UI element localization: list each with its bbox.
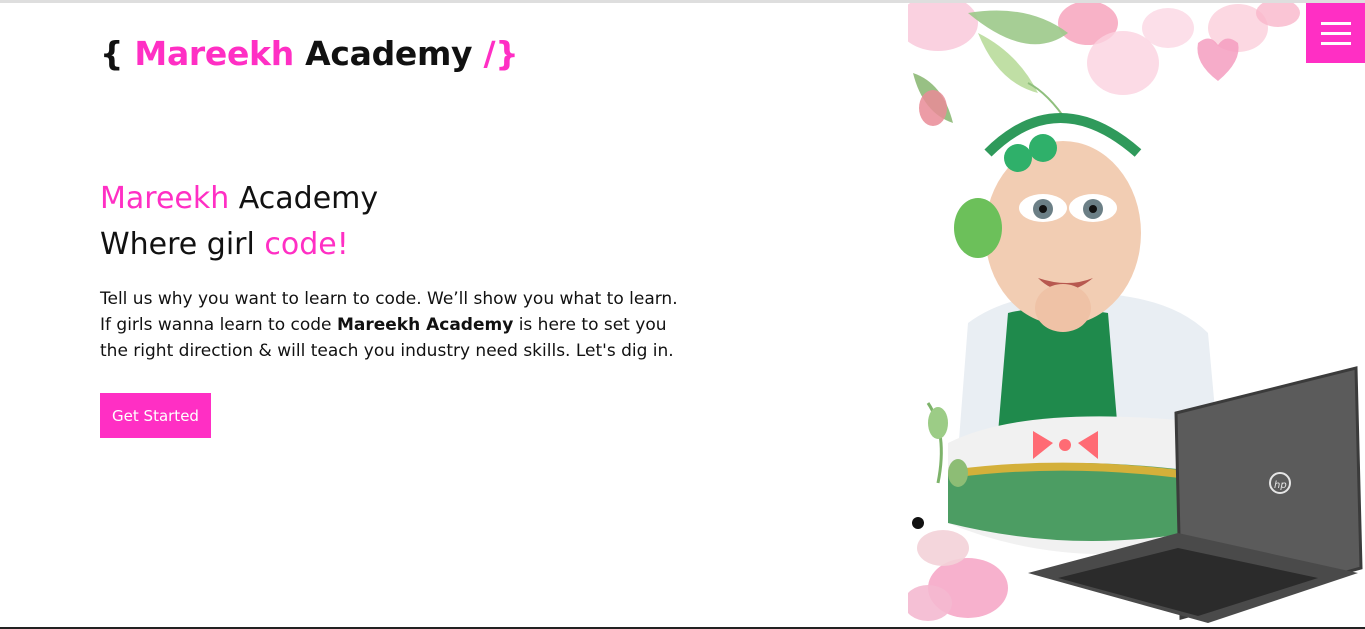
site-logo[interactable]: { Mareekh Academy /} bbox=[100, 34, 519, 73]
hero-heading: Mareekh Academy Where girl code! bbox=[100, 176, 378, 268]
hero-heading-brand: Mareekh bbox=[100, 181, 230, 216]
hero-tagline-start: Where girl bbox=[100, 227, 255, 262]
get-started-button[interactable]: Get Started bbox=[100, 393, 211, 438]
hero-description: Tell us why you want to learn to code. W… bbox=[100, 286, 710, 364]
hero-illustration: hp bbox=[908, 3, 1365, 627]
hero-tagline-code: code! bbox=[264, 227, 349, 262]
hero-description-line-2-start: If girls wanna learn to code bbox=[100, 315, 332, 335]
hamburger-menu-icon[interactable] bbox=[1306, 3, 1365, 63]
floral-top-decoration bbox=[908, 3, 1365, 128]
hero-description-line-1: Tell us why you want to learn to code. W… bbox=[100, 289, 678, 309]
hero-description-line-2-end: is here to set you bbox=[518, 315, 667, 335]
laptop-brand-logo: hp bbox=[1274, 480, 1287, 491]
menu-line-middle bbox=[1321, 32, 1351, 35]
logo-open-brace: { bbox=[100, 34, 124, 73]
logo-word-academy: Academy bbox=[305, 34, 473, 73]
logo-slash: / bbox=[483, 34, 496, 73]
menu-line-top bbox=[1321, 22, 1351, 25]
logo-close-brace: } bbox=[495, 34, 519, 73]
menu-line-bottom bbox=[1321, 42, 1351, 45]
hero-heading-academy: Academy bbox=[238, 181, 379, 216]
hero-description-line-3: the right direction & will teach you ind… bbox=[100, 341, 674, 361]
hero-illustration-svg: hp bbox=[908, 3, 1365, 623]
hero-description-brand: Mareekh Academy bbox=[336, 315, 514, 335]
logo-word-mareekh: Mareekh bbox=[134, 34, 294, 73]
